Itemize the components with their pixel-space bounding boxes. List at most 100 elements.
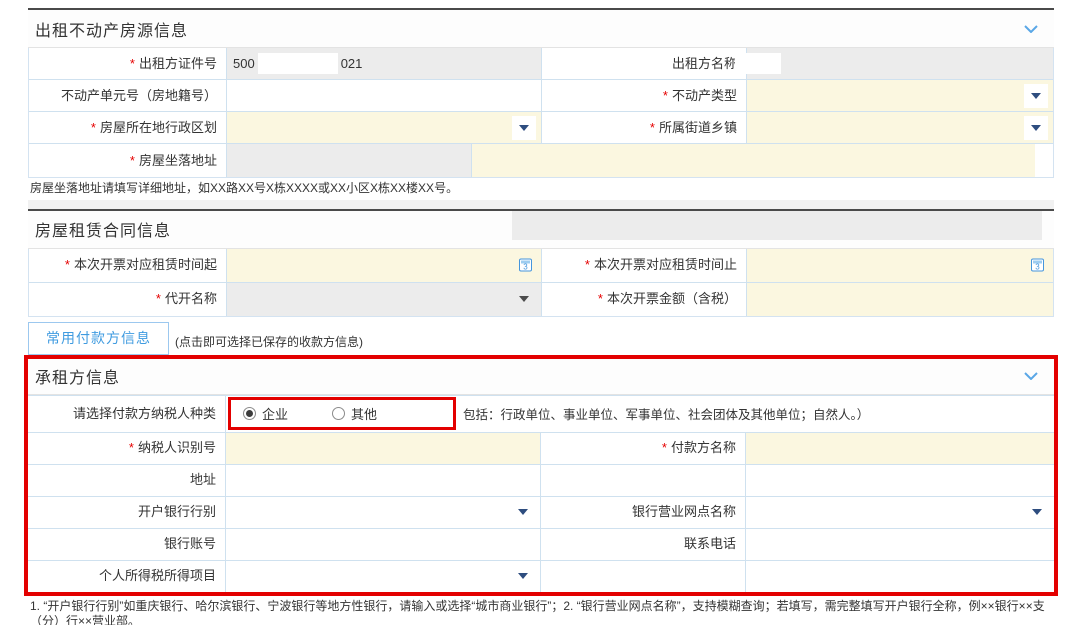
- dropdown-arrow-icon[interactable]: [1024, 84, 1048, 108]
- issue-name-label: * 代开名称: [29, 283, 226, 316]
- invoice-amount-field[interactable]: [746, 283, 1053, 316]
- lessor-id-prefix: 500: [233, 56, 255, 71]
- payer-tab-row: 常用付款方信息 (点击即可选择已保存的收款方信息): [28, 322, 1054, 355]
- property-table: * 出租方证件号 500 021 出租方名称 不动产单元号（房地籍号）: [28, 48, 1054, 178]
- street-town-label: * 所属街道乡镇: [541, 112, 746, 143]
- lessor-id-suffix: 021: [341, 56, 363, 71]
- chevron-down-icon[interactable]: [1024, 372, 1038, 380]
- frequent-payer-tab[interactable]: 常用付款方信息: [28, 322, 169, 355]
- row-lease-dates: * 本次开票对应租赁时间起 * 本次开票对应租赁时间止: [29, 249, 1053, 282]
- issue-name-select[interactable]: [226, 283, 541, 316]
- address-input-field[interactable]: [471, 144, 1035, 177]
- row-address2: 地址: [28, 464, 1054, 496]
- dropdown-arrow-icon[interactable]: [1025, 500, 1049, 524]
- chevron-down-icon[interactable]: [1024, 25, 1038, 33]
- row-bank: 开户银行行别 银行营业网点名称: [28, 496, 1054, 528]
- section-gap: [28, 200, 1054, 209]
- unit-no-label: 不动产单元号（房地籍号）: [29, 80, 226, 111]
- required-mark: *: [663, 88, 668, 104]
- iit-item-label: 个人所得税所得项目: [28, 561, 225, 592]
- contact-phone-label: 联系电话: [540, 529, 745, 560]
- row-account-phone: 银行账号 联系电话: [28, 528, 1054, 560]
- section-property: 出租不动产房源信息 * 出租方证件号 500 021 出租方名称: [28, 8, 1054, 200]
- lessee-address-field[interactable]: [225, 465, 540, 496]
- frequent-payer-tab-note: (点击即可选择已保存的收款方信息): [175, 327, 363, 350]
- dropdown-arrow-icon[interactable]: [1024, 116, 1048, 140]
- bank-type-select[interactable]: [225, 497, 540, 528]
- lessor-id-field[interactable]: 500 021: [226, 48, 541, 79]
- row-lessor: * 出租方证件号 500 021 出租方名称: [29, 48, 1053, 79]
- lease-end-field[interactable]: [746, 249, 1053, 282]
- required-mark: *: [156, 291, 161, 307]
- taxpayer-type-highlight-box: 企业 其他: [228, 397, 456, 430]
- iit-item-select[interactable]: [225, 561, 540, 592]
- row-taxpayer-id: * 纳税人识别号 * 付款方名称: [28, 432, 1054, 464]
- dropdown-arrow-icon[interactable]: [512, 287, 536, 311]
- required-mark: *: [65, 257, 70, 273]
- radio-icon[interactable]: [332, 407, 345, 420]
- section-contract-title: 房屋租赁合同信息: [35, 217, 171, 241]
- unit-no-field[interactable]: [226, 80, 541, 111]
- rental-invoice-form: 出租不动产房源信息 * 出租方证件号 500 021 出租方名称: [0, 0, 1080, 625]
- redaction-mask: [735, 53, 781, 74]
- redacted-gray-area: [512, 211, 1042, 240]
- required-mark: *: [91, 120, 96, 136]
- row-issue-amount: * 代开名称 * 本次开票金额（含税）: [29, 282, 1053, 316]
- section-lessee-header: 承租方信息: [28, 359, 1054, 395]
- contract-table: * 本次开票对应租赁时间起 * 本次开票对应租赁时间止 * 代开名称: [28, 249, 1054, 317]
- lessee-address-label: 地址: [28, 465, 225, 496]
- invoice-amount-label: * 本次开票金额（含税）: [541, 283, 746, 316]
- lessor-name-field[interactable]: [746, 48, 1053, 79]
- bank-branch-select[interactable]: [745, 497, 1054, 528]
- required-mark: *: [130, 56, 135, 72]
- address-hint-text: 房屋坐落地址请填写详细地址，如XX路XX号X栋XXXX或XX小区X栋XX楼XX号…: [28, 178, 1054, 200]
- bank-branch-label: 银行营业网点名称: [540, 497, 745, 528]
- section-contract: 房屋租赁合同信息 * 本次开票对应租赁时间起 * 本次开票对应租赁时间止: [28, 209, 1054, 317]
- required-mark: *: [662, 440, 667, 456]
- empty-field-cell: [745, 465, 1054, 496]
- lease-start-field[interactable]: [226, 249, 541, 282]
- property-type-select[interactable]: [746, 80, 1053, 111]
- redaction-mask: [258, 53, 338, 74]
- dropdown-arrow-icon[interactable]: [511, 500, 535, 524]
- required-mark: *: [129, 440, 134, 456]
- property-type-label: * 不动产类型: [541, 80, 746, 111]
- address-field-end: [1035, 144, 1053, 177]
- section-lessee-title: 承租方信息: [35, 364, 120, 388]
- lessor-id-label: * 出租方证件号: [29, 48, 226, 79]
- empty-label-cell: [540, 561, 745, 592]
- section-contract-header: 房屋租赁合同信息: [28, 211, 1054, 249]
- lessor-name-label: 出租方名称: [541, 48, 746, 79]
- bank-fill-instructions: 1. “开户银行行别”如重庆银行、哈尔滨银行、宁波银行等地方性银行，请输入或选择…: [28, 599, 1054, 625]
- street-town-select[interactable]: [746, 112, 1053, 143]
- radio-other[interactable]: 其他: [332, 404, 377, 423]
- section-property-title: 出租不动产房源信息: [35, 17, 188, 41]
- payer-name-label: * 付款方名称: [540, 433, 745, 464]
- contact-phone-field[interactable]: [745, 529, 1054, 560]
- taxpayer-type-label: 请选择付款方纳税人种类: [28, 396, 225, 432]
- lease-end-label: * 本次开票对应租赁时间止: [541, 249, 746, 282]
- empty-label-cell: [540, 465, 745, 496]
- bank-account-field[interactable]: [225, 529, 540, 560]
- payer-name-field[interactable]: [745, 433, 1054, 464]
- row-taxpayer-type: 请选择付款方纳税人种类 企业 其他 包括：行政单位、事业单位、军事单位、社会团体…: [28, 395, 1054, 432]
- row-unit-type: 不动产单元号（房地籍号） * 不动产类型: [29, 79, 1053, 111]
- empty-field-cell: [745, 561, 1054, 592]
- calendar-icon[interactable]: [1031, 259, 1044, 272]
- taxpayer-type-zone: 企业 其他 包括：行政单位、事业单位、军事单位、社会团体及其他单位；自然人。）: [225, 396, 1054, 432]
- required-mark: *: [650, 120, 655, 136]
- address-label: * 房屋坐落地址: [29, 144, 226, 177]
- calendar-icon[interactable]: [519, 259, 532, 272]
- radio-icon[interactable]: [243, 407, 256, 420]
- bank-account-label: 银行账号: [28, 529, 225, 560]
- required-mark: *: [585, 257, 590, 273]
- row-region: * 房屋所在地行政区划 * 所属街道乡镇: [29, 111, 1053, 143]
- dropdown-arrow-icon[interactable]: [511, 564, 535, 588]
- radio-enterprise[interactable]: 企业: [243, 404, 288, 423]
- section-lessee-highlight: 承租方信息 请选择付款方纳税人种类 企业 其他: [24, 355, 1058, 596]
- taxpayer-id-field[interactable]: [225, 433, 540, 464]
- admin-division-select[interactable]: [226, 112, 541, 143]
- dropdown-arrow-icon[interactable]: [512, 116, 536, 140]
- lease-start-label: * 本次开票对应租赁时间起: [29, 249, 226, 282]
- bank-type-label: 开户银行行别: [28, 497, 225, 528]
